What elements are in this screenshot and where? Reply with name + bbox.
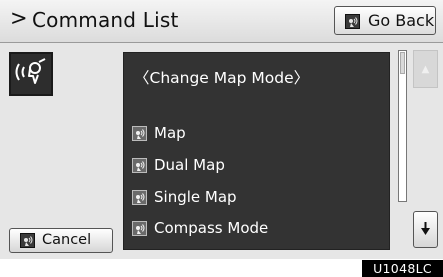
voice-command-icon bbox=[132, 221, 147, 236]
scroll-down-button[interactable] bbox=[413, 211, 438, 248]
scrollbar-track[interactable] bbox=[398, 50, 407, 202]
list-item-label: Dual Map bbox=[154, 156, 225, 174]
list-item-label: Compass Mode bbox=[154, 219, 269, 237]
list-item[interactable]: Dual Map bbox=[130, 153, 380, 179]
voice-command-icon bbox=[9, 52, 53, 96]
chevron-right-icon: > bbox=[10, 6, 28, 30]
list-heading: 〈Change Map Mode〉 bbox=[134, 69, 310, 87]
list-item-label: Map bbox=[154, 124, 186, 142]
screen: > Command List Go Back 〈Change Map Mode〉 bbox=[0, 0, 443, 259]
voice-command-icon bbox=[132, 158, 147, 173]
list-item[interactable]: Map bbox=[130, 121, 380, 147]
cancel-label: Cancel bbox=[42, 232, 92, 248]
voice-command-icon bbox=[345, 14, 360, 29]
scrollbar-thumb[interactable] bbox=[400, 52, 405, 74]
scroll-up-button[interactable]: ▲ bbox=[413, 50, 438, 88]
list-item[interactable]: Compass Mode bbox=[130, 216, 380, 242]
page-title: Command List bbox=[32, 8, 179, 32]
command-list-panel: 〈Change Map Mode〉 Map Dual Map Single Ma… bbox=[123, 52, 390, 250]
go-back-button[interactable]: Go Back bbox=[334, 6, 436, 35]
list-item[interactable]: Single Map bbox=[130, 185, 380, 211]
arrow-down-icon bbox=[421, 222, 430, 235]
list-item-label: Single Map bbox=[154, 188, 237, 206]
voice-command-icon bbox=[132, 126, 147, 141]
arrow-up-icon: ▲ bbox=[421, 64, 430, 75]
figure-code-label: U1048LC bbox=[362, 260, 443, 277]
go-back-label: Go Back bbox=[368, 11, 435, 30]
voice-command-icon bbox=[20, 233, 35, 248]
header-bar: > Command List Go Back bbox=[0, 0, 443, 43]
cancel-button[interactable]: Cancel bbox=[9, 228, 113, 253]
voice-command-icon bbox=[132, 190, 147, 205]
